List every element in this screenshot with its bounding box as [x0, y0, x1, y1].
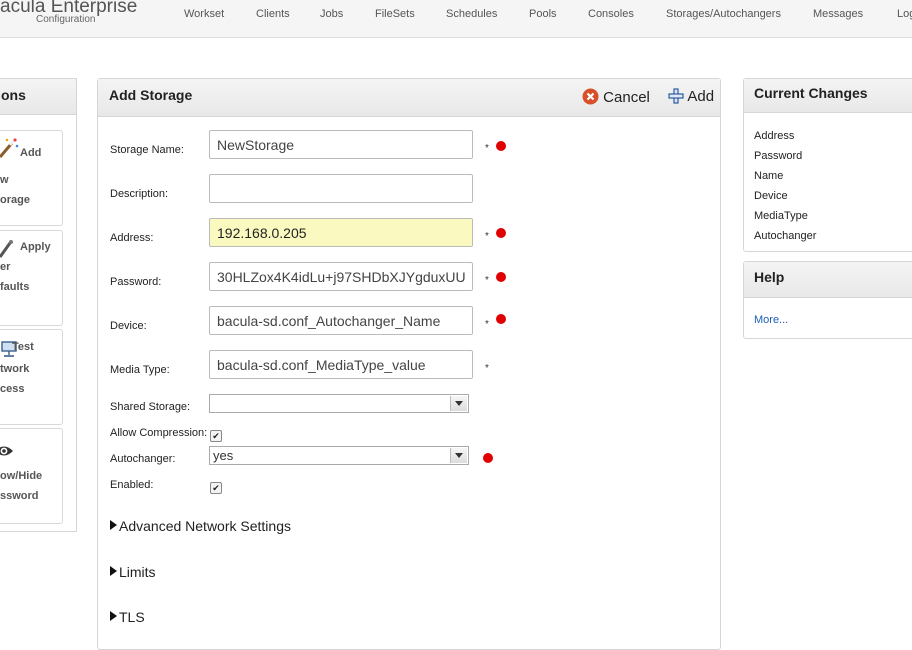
apply-action-line-1: Apply: [20, 241, 51, 253]
nav-jobs[interactable]: Jobs: [320, 8, 343, 20]
shared-storage-label: Shared Storage:: [110, 401, 191, 413]
add-label: Add: [687, 88, 715, 105]
test-action-line-1: Test: [12, 341, 34, 353]
media-type-label: Media Type:: [110, 364, 170, 376]
help-header: Help: [744, 262, 912, 298]
required-indicator: [496, 272, 506, 282]
description-input[interactable]: [209, 174, 473, 203]
cancel-label: Cancel: [603, 89, 650, 106]
apply-action-line-3: faults: [0, 281, 30, 293]
top-bar: acula Enterprise Configuration Workset C…: [0, 0, 912, 38]
apply-action-line-2: er: [0, 261, 11, 273]
nav-messages[interactable]: Messages: [813, 8, 863, 20]
password-label: Password:: [110, 276, 162, 288]
actions-panel: ons Add w orage Apply er faults Test two…: [0, 78, 77, 532]
test-action-line-2: twork: [0, 363, 30, 375]
address-label: Address:: [110, 232, 154, 244]
help-title: Help: [754, 269, 785, 285]
add-button[interactable]: Add: [668, 88, 714, 108]
expand-triangle-icon: [110, 566, 117, 576]
autochanger-select[interactable]: yes: [209, 446, 469, 465]
nav-filesets[interactable]: FileSets: [375, 8, 415, 20]
cancel-icon: [582, 88, 599, 109]
change-item: Autochanger: [754, 230, 817, 242]
nav-log[interactable]: Log: [897, 8, 912, 20]
show-hide-action-line-1: ow/Hide: [0, 470, 43, 482]
limits-toggle[interactable]: Limits: [110, 564, 156, 580]
section-label: Advanced Network Settings: [119, 518, 291, 534]
nav-clients[interactable]: Clients: [256, 8, 290, 20]
test-action-line-3: cess: [0, 383, 25, 395]
actions-panel-title: ons: [1, 87, 26, 103]
tls-toggle[interactable]: TLS: [110, 609, 145, 625]
current-changes-title: Current Changes: [754, 85, 868, 101]
current-changes-panel: Current Changes Address Password Name De…: [743, 78, 912, 252]
current-changes-header: Current Changes: [744, 79, 912, 113]
nav-storages-autochangers[interactable]: Storages/Autochangers: [666, 8, 781, 20]
required-asterisk: *: [485, 319, 489, 330]
actions-panel-header: ons: [0, 79, 76, 115]
form-title: Add Storage: [109, 87, 193, 103]
autochanger-label: Autochanger:: [110, 453, 176, 465]
change-item: Device: [754, 190, 788, 202]
required-indicator: [496, 228, 506, 238]
show-hide-action-line-2: ssword: [0, 490, 39, 502]
description-label: Description:: [110, 188, 169, 200]
add-storage-panel: Add Storage Cancel Add Storage Name: New…: [97, 78, 721, 650]
show-hide-password-action[interactable]: ow/Hide ssword: [0, 428, 63, 524]
device-input[interactable]: [209, 306, 473, 335]
add-action-line-2: w: [0, 174, 9, 186]
required-indicator: [483, 453, 493, 463]
required-indicator: [496, 314, 506, 324]
add-action-line-3: orage: [0, 194, 30, 206]
nav-workset[interactable]: Workset: [184, 8, 224, 20]
media-type-input[interactable]: [209, 350, 473, 379]
required-asterisk: *: [485, 143, 489, 154]
help-panel: Help More...: [743, 261, 912, 339]
apply-defaults-action[interactable]: Apply er faults: [0, 230, 63, 326]
add-action-line-1: Add: [20, 147, 42, 159]
section-label: TLS: [119, 609, 145, 625]
change-item: Password: [754, 150, 803, 162]
section-label: Limits: [119, 564, 156, 580]
password-input[interactable]: [209, 262, 473, 291]
chevron-down-icon[interactable]: [450, 396, 467, 411]
shared-storage-select[interactable]: [209, 394, 469, 413]
storage-name-label: Storage Name:: [110, 144, 184, 156]
storage-name-input[interactable]: [209, 130, 473, 159]
help-more-link[interactable]: More...: [754, 314, 788, 326]
autochanger-value: yes: [213, 448, 234, 463]
change-item: MediaType: [754, 210, 808, 222]
expand-triangle-icon: [110, 520, 117, 530]
nav-schedules[interactable]: Schedules: [446, 8, 497, 20]
enabled-label: Enabled:: [110, 479, 154, 491]
add-new-storage-action[interactable]: Add w orage: [0, 130, 63, 226]
nav-pools[interactable]: Pools: [529, 8, 557, 20]
chevron-down-icon[interactable]: [450, 448, 467, 463]
required-asterisk: *: [485, 363, 489, 374]
add-icon: [668, 88, 684, 108]
advanced-network-settings-toggle[interactable]: Advanced Network Settings: [110, 518, 291, 534]
change-item: Name: [754, 170, 784, 182]
allow-compression-label: Allow Compression:: [110, 427, 208, 439]
expand-triangle-icon: [110, 611, 117, 621]
brand-subtitle: Configuration: [36, 14, 96, 25]
test-network-access-action[interactable]: Test twork cess: [0, 329, 63, 425]
nav-consoles[interactable]: Consoles: [588, 8, 634, 20]
add-storage-header: Add Storage Cancel Add: [98, 79, 720, 117]
enabled-checkbox[interactable]: ✔: [210, 482, 222, 494]
allow-compression-checkbox[interactable]: ✔: [210, 430, 222, 442]
address-input[interactable]: [209, 218, 473, 247]
change-item: Address: [754, 130, 795, 142]
device-label: Device:: [110, 320, 147, 332]
required-asterisk: *: [485, 275, 489, 286]
cancel-button[interactable]: Cancel: [582, 88, 650, 109]
required-indicator: [496, 141, 506, 151]
required-asterisk: *: [485, 231, 489, 242]
eye-icon: [0, 443, 14, 466]
magic-wand-icon: [0, 137, 19, 166]
